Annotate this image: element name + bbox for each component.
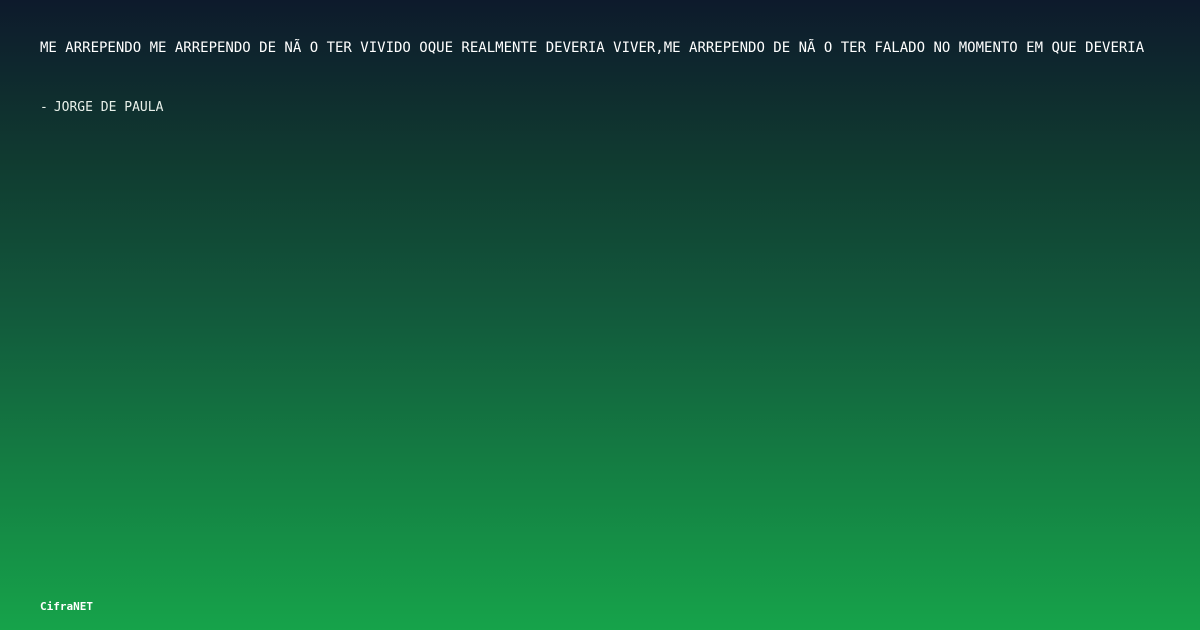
quote-author: - JORGE DE PAULA bbox=[40, 99, 163, 117]
brand-logo: CifraNET bbox=[40, 600, 93, 613]
author-name: JORGE DE PAULA bbox=[53, 100, 164, 115]
quote-text: ME ARREPENDO ME ARREPENDO DE NÃ O TER VI… bbox=[40, 40, 1145, 56]
author-dash: - bbox=[40, 100, 48, 115]
